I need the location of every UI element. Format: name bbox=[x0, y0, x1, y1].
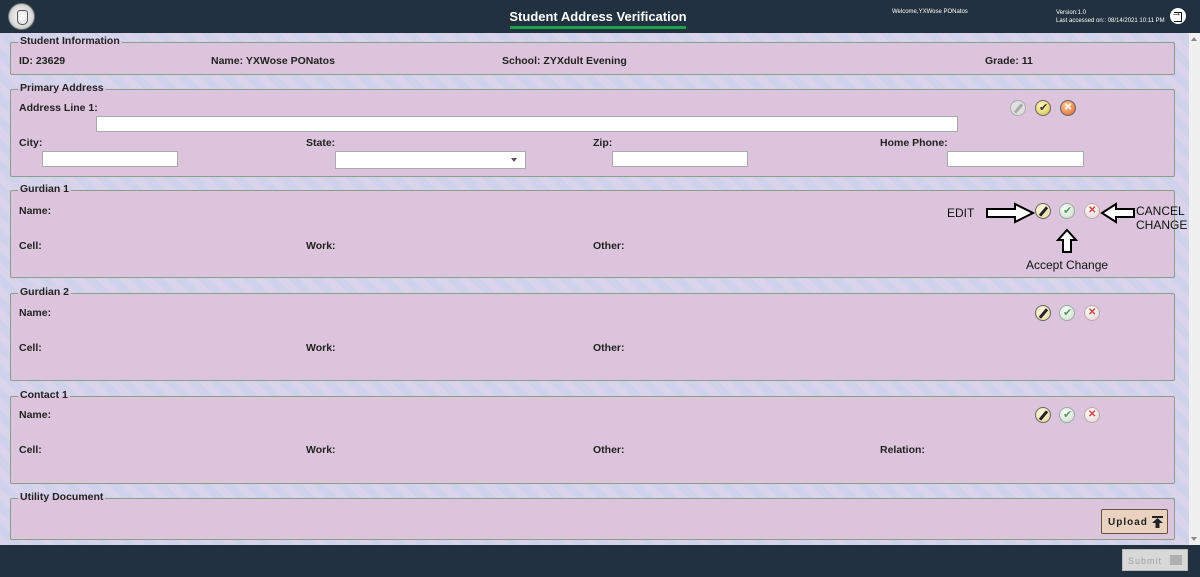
version-info: Version:1.0 Last accessed on:: 08/14/202… bbox=[1056, 9, 1165, 25]
guardian2-cell-label: Cell: bbox=[19, 342, 42, 354]
scroll-up-icon[interactable] bbox=[1191, 37, 1197, 41]
edit-icon[interactable] bbox=[1035, 407, 1051, 423]
guardian2-work-label: Work: bbox=[306, 342, 336, 354]
last-accessed-text: Last accessed on:: 08/14/2021 10:11 PM bbox=[1056, 18, 1165, 24]
edit-icon[interactable] bbox=[1035, 305, 1051, 321]
accept-annotation: Accept Change bbox=[1026, 258, 1109, 272]
edit-icon[interactable] bbox=[1035, 203, 1051, 219]
version-text: Version:1.0 bbox=[1056, 10, 1087, 16]
submit-button[interactable]: Submit bbox=[1122, 549, 1188, 571]
guardian1-name-label: Name: bbox=[19, 205, 52, 217]
upload-label: Upload bbox=[1108, 517, 1148, 528]
home-phone-input[interactable] bbox=[947, 151, 1084, 167]
logout-icon[interactable] bbox=[1170, 7, 1186, 24]
chevron-down-icon bbox=[511, 158, 517, 162]
guardian1-other-label: Other: bbox=[593, 240, 625, 252]
student-id: ID: 23629 bbox=[19, 55, 66, 67]
section-legend: Student Information bbox=[18, 35, 122, 47]
cancel-icon[interactable] bbox=[1084, 203, 1100, 219]
home-phone-label: Home Phone: bbox=[880, 137, 948, 149]
contact1-other-label: Other: bbox=[593, 444, 625, 456]
accept-icon[interactable] bbox=[1059, 305, 1075, 321]
primary-address-section: Primary Address Address Line 1: City: St… bbox=[10, 82, 1175, 177]
title-underline bbox=[510, 26, 686, 29]
upload-button[interactable]: Upload bbox=[1101, 509, 1168, 534]
accept-icon[interactable] bbox=[1035, 100, 1051, 116]
section-legend: Gurdian 2 bbox=[18, 286, 72, 298]
contact1-relation-label: Relation: bbox=[880, 444, 925, 456]
state-select[interactable] bbox=[335, 151, 526, 169]
section-legend: Utility Document bbox=[18, 491, 106, 503]
section-legend: Gurdian 1 bbox=[18, 183, 72, 195]
accept-arrow-icon bbox=[1056, 228, 1078, 253]
bottom-bar bbox=[0, 545, 1200, 577]
edit-icon[interactable] bbox=[1010, 100, 1026, 116]
cancel-icon[interactable] bbox=[1084, 407, 1100, 423]
student-name: Name: YXWose PONatos bbox=[211, 55, 335, 67]
contact1-name-label: Name: bbox=[19, 409, 52, 421]
student-information-section: Student Information ID: 23629 Name: YXWo… bbox=[10, 35, 1175, 75]
accept-icon[interactable] bbox=[1059, 407, 1075, 423]
edit-arrow-icon bbox=[986, 202, 1035, 224]
student-school: School: ZYXdult Evening bbox=[502, 55, 627, 67]
guardian-2-section: Gurdian 2 Name: Cell: Work: Other: bbox=[10, 286, 1175, 381]
address-line1-input[interactable] bbox=[96, 116, 958, 132]
cancel-arrow-icon bbox=[1100, 202, 1135, 224]
top-bar: Student Address Verification Welcome,YXW… bbox=[0, 0, 1200, 33]
section-legend: Contact 1 bbox=[18, 389, 70, 401]
contact1-work-label: Work: bbox=[306, 444, 336, 456]
student-grade: Grade: 11 bbox=[985, 55, 1033, 67]
cancel-icon[interactable] bbox=[1060, 100, 1076, 116]
scroll-down-icon[interactable] bbox=[1191, 537, 1197, 541]
guardian1-cell-label: Cell: bbox=[19, 240, 42, 252]
address-line1-label: Address Line 1: bbox=[19, 102, 98, 114]
guardian2-other-label: Other: bbox=[593, 342, 625, 354]
zip-label: Zip: bbox=[593, 137, 613, 149]
utility-document-section: Utility Document bbox=[10, 491, 1175, 540]
vertical-scrollbar[interactable] bbox=[1189, 33, 1200, 545]
welcome-text: Welcome,YXWose PONatos bbox=[892, 9, 968, 15]
contact1-cell-label: Cell: bbox=[19, 444, 42, 456]
submit-label: Submit bbox=[1128, 556, 1163, 566]
section-legend: Primary Address bbox=[18, 82, 106, 94]
upload-icon bbox=[1152, 516, 1163, 528]
guardian1-work-label: Work: bbox=[306, 240, 336, 252]
submit-icon bbox=[1170, 555, 1182, 565]
contact-1-section: Contact 1 Name: Cell: Work: Other: Relat… bbox=[10, 389, 1175, 484]
city-label: City: bbox=[19, 137, 43, 149]
zip-input[interactable] bbox=[612, 151, 748, 167]
page-title: Student Address Verification bbox=[509, 9, 687, 24]
city-input[interactable] bbox=[42, 151, 178, 167]
cancel-annotation: CANCEL CHANGE bbox=[1136, 204, 1188, 232]
guardian2-name-label: Name: bbox=[19, 307, 52, 319]
accept-icon[interactable] bbox=[1059, 203, 1075, 219]
state-label: State: bbox=[306, 137, 336, 149]
edit-annotation: EDIT bbox=[947, 206, 975, 220]
cancel-icon[interactable] bbox=[1084, 305, 1100, 321]
